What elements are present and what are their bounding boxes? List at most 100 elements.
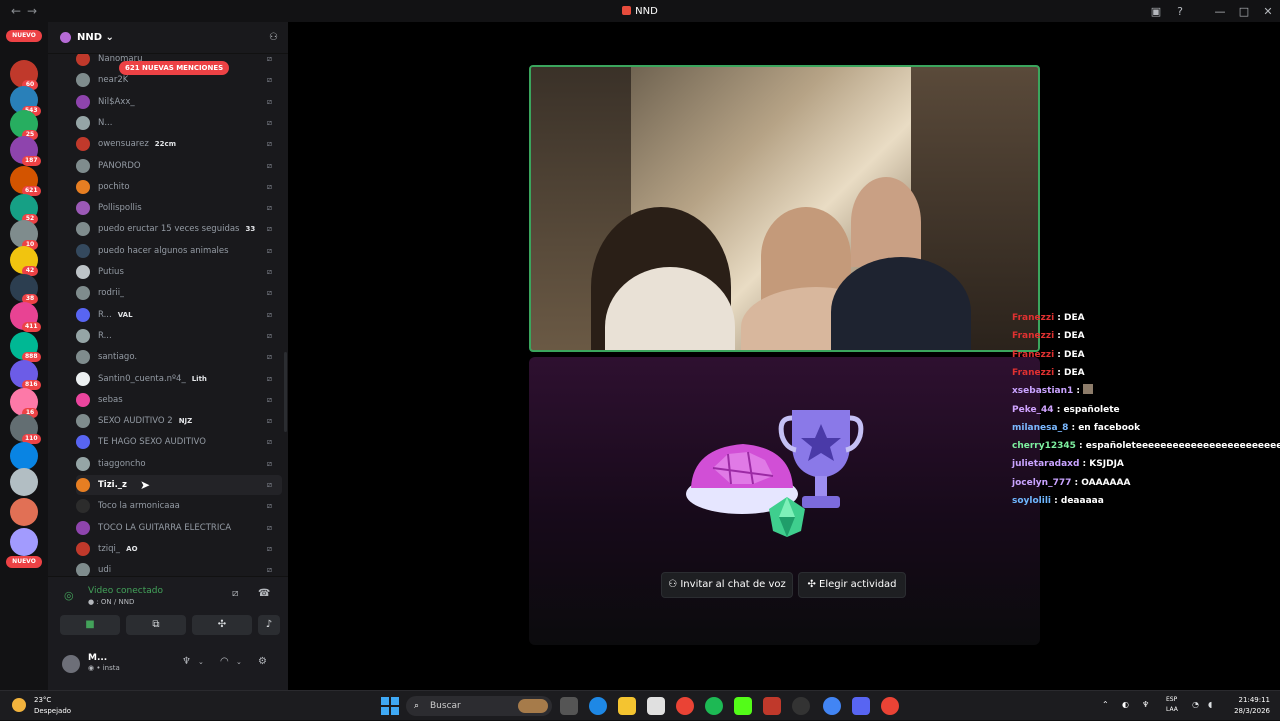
signal-icon[interactable]: ◎ [64,589,74,602]
server-icon[interactable] [10,528,38,556]
voice-member[interactable]: TE HAGO SEXO AUDITIVO ⧄ [76,432,282,452]
clock-time[interactable]: 21:49:11 [1230,696,1270,704]
voice-member[interactable]: Toco la armonicaaa ⧄ [76,496,282,516]
chevron-down-icon[interactable]: ⌄ [198,658,204,666]
inbox-icon[interactable]: ▣ [1144,5,1168,18]
muted-icon: ⧄ [266,437,272,447]
user-status-text: insta [102,664,120,672]
voice-member[interactable]: owensuarez 22cm ⧄ [76,134,282,154]
member-name: near2K [98,75,129,86]
server-icon[interactable] [10,498,38,526]
activities-button[interactable]: ✣ [192,615,252,635]
winrar-icon[interactable] [763,697,781,715]
chrome-alt-icon[interactable] [881,697,899,715]
new-server-badge[interactable]: NUEVO [6,30,42,42]
voice-member[interactable]: N... ⧄ [76,113,282,133]
soundboard-button[interactable]: ♪ [258,615,280,635]
choose-activity-button[interactable]: ✣ Elegir actividad [798,572,906,598]
member-name: Nil$Axx_ [98,96,135,107]
noise-suppression-icon[interactable]: ⧄ [232,588,238,599]
clock-date[interactable]: 28/3/2026 [1222,707,1270,715]
store-icon[interactable] [647,697,665,715]
opera-icon[interactable] [676,697,694,715]
volume-icon[interactable]: ◖ [1208,700,1212,709]
chevron-up-icon[interactable]: ⌃ [1102,700,1109,709]
help-icon[interactable]: ? [1168,5,1192,18]
voice-member[interactable]: TOCO LA GUITARRA ELECTRICA ⧄ [76,518,282,538]
voice-member[interactable]: tiaggoncho ⧄ [76,454,282,474]
steam-icon[interactable] [792,697,810,715]
language-layout[interactable]: LAA [1166,706,1178,713]
chat-username: milanesa_8 [1012,422,1069,433]
voice-member[interactable]: Pollispollis ⧄ [76,198,282,218]
new-mentions-badge[interactable]: 621 NUEVAS MENCIONES [119,61,230,75]
muted-icon: ⧄ [266,224,272,234]
server-icon[interactable] [10,442,38,470]
invite-voice-button[interactable]: ⚇ Invitar al chat de voz [661,572,793,598]
minimize-button[interactable]: — [1208,5,1232,18]
muted-icon: ⧄ [266,416,272,426]
wifi-icon[interactable]: ◔ [1192,700,1199,709]
network-app-icon[interactable]: ◐ [1122,700,1129,709]
chrome-icon[interactable] [823,697,841,715]
microphone-tray-icon[interactable]: ♆ [1142,700,1149,709]
kick-icon[interactable] [734,697,752,715]
voice-member[interactable]: PAÑORDO ⧄ [76,156,282,176]
gear-icon[interactable]: ⚙ [258,656,267,667]
microphone-icon[interactable]: ♆ [182,656,191,667]
add-user-icon[interactable]: ⚇ [269,32,278,43]
edge-icon[interactable] [589,697,607,715]
voice-member[interactable]: santiago. ⧄ [76,347,282,367]
voice-member[interactable]: puedo hacer algunos animales ⧄ [76,241,282,261]
language-code[interactable]: ESP [1166,696,1177,703]
chat-message: Franezzi : DEA [1012,364,1085,382]
voice-member[interactable]: Tizi._z ⧄ [76,475,282,495]
server-header[interactable]: NND ⌄ ⚇ [48,22,288,54]
task-view-icon[interactable] [560,697,578,715]
avatar[interactable] [62,655,80,673]
chat-message: soylolili : deaaaaa [1012,492,1104,510]
disconnect-icon[interactable]: ☎ [258,588,270,599]
scrollbar[interactable] [284,352,287,432]
taskbar-search[interactable]: ⌕ Buscar [406,696,552,716]
avatar [76,286,90,301]
voice-member[interactable]: pochito ⧄ [76,177,282,197]
screen-share-button[interactable]: ⧉ [126,615,186,635]
voice-member[interactable]: Putius ⧄ [76,262,282,282]
voice-channel-name[interactable]: ● : ON / NND [88,598,134,606]
chat-username: xsebastian1 [1012,386,1074,397]
maximize-button[interactable]: □ [1232,5,1256,18]
back-button[interactable]: ← [8,4,24,18]
chat-message: Peke_44 : españolete [1012,401,1120,419]
member-name: Putius [98,267,124,277]
voice-member[interactable]: R... ⧄ [76,326,282,346]
voice-member[interactable]: Santin0_cuenta.nº4_ Lith ⧄ [76,369,282,389]
voice-member[interactable]: sebas ⧄ [76,390,282,410]
forward-button[interactable]: → [24,4,40,18]
spotify-icon[interactable] [705,697,723,715]
weather-widget[interactable]: 23°C Despejado [10,694,80,718]
avatar [76,520,90,535]
file-explorer-icon[interactable] [618,697,636,715]
headphones-icon[interactable]: ◠ [220,656,229,667]
voice-member[interactable]: puedo eructar 15 veces seguidas 33 ⧄ [76,219,282,239]
voice-member[interactable]: tziqi_ AO ⧄ [76,539,282,559]
camera-button[interactable]: ■ [60,615,120,635]
start-button[interactable] [381,697,399,715]
user-name[interactable]: M... [88,653,107,663]
voice-member[interactable]: rodrii_ ⧄ [76,283,282,303]
voice-member[interactable]: SEXO AUDITIVO 2 NJZ ⧄ [76,411,282,431]
new-server-badge[interactable]: NUEVO [6,556,42,568]
voice-member[interactable]: Nil$Axx_ ⧄ [76,92,282,112]
close-button[interactable]: ✕ [1256,5,1280,18]
discord-icon[interactable] [852,697,870,715]
server-icon[interactable] [10,468,38,496]
chevron-down-icon[interactable]: ⌄ [236,658,242,666]
voice-member[interactable]: udi ⧄ [76,560,282,576]
user-panel: M... ◉ • insta ♆ ⌄ ◠ ⌄ ⚙ [48,648,288,690]
video-tile[interactable] [529,65,1040,352]
muted-icon: ⧄ [266,139,272,149]
avatar [76,158,90,173]
member-name: owensuarez [98,139,149,150]
voice-member[interactable]: R... VAL ⧄ [76,305,282,325]
